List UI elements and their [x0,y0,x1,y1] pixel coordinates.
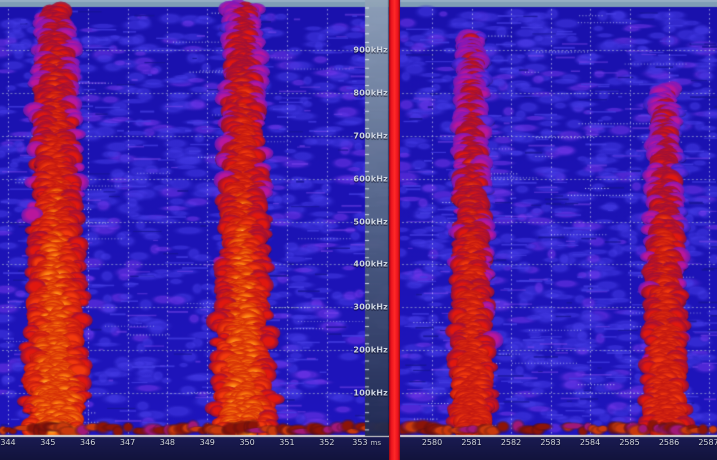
spectrogram-panel-right[interactable] [400,0,717,437]
spectrogram-viewer: 900kHz800kHz700kHz600kHz500kHz400kHz300k… [0,0,717,460]
spectrogram-panel-left[interactable] [0,0,391,437]
panel-divider[interactable] [389,0,400,460]
